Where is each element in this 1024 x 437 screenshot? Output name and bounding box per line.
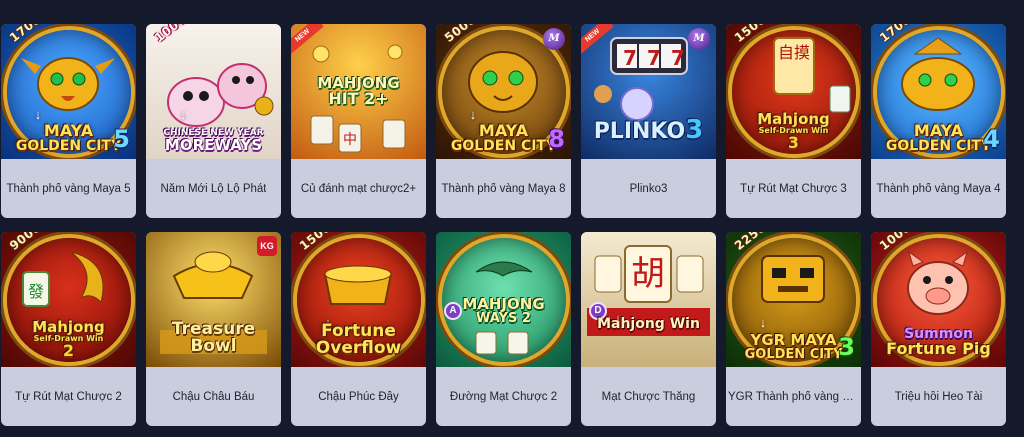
tile-glyph: 胡 bbox=[631, 254, 665, 294]
game-logo: Mahjong Self-Drawn Win 2 bbox=[32, 318, 105, 360]
game-card[interactable]: 777 NEW M PLINKO3 Plinko3 bbox=[581, 24, 716, 218]
game-title: Đường Mạt Chược 2 bbox=[449, 390, 558, 403]
game-thumbnail[interactable]: 10000X ↓ CHINESE NEW YEAR MOREWAYS bbox=[146, 24, 281, 159]
game-thumbnail[interactable]: KG Treasure Bowl bbox=[146, 232, 281, 367]
game-logo: YGR MAYA GOLDEN CITY 3 bbox=[744, 331, 855, 362]
game-card[interactable]: KG Treasure Bowl Chậu Châu Báu bbox=[146, 232, 281, 426]
game-logo: MAYA GOLDEN CITY 8 bbox=[450, 121, 565, 154]
game-card[interactable]: 1700X MAYA GOLDEN CITY 4 Thành phố vàng … bbox=[871, 24, 1006, 218]
game-thumbnail[interactable]: 2250X ↓ YGR MAYA GOLDEN CITY 3 bbox=[726, 232, 861, 367]
game-thumbnail[interactable]: 胡 D ↓ Mahjong Win bbox=[581, 232, 716, 367]
game-card[interactable]: 胡 D ↓ Mahjong Win Mạt Chược Thắng bbox=[581, 232, 716, 426]
game-logo: Mahjong Self-Drawn Win 3 bbox=[757, 110, 830, 152]
game-title: Củ đánh mạt chược2+ bbox=[300, 182, 417, 195]
game-thumbnail[interactable]: 10000X Summon Fortune Pig bbox=[871, 232, 1006, 367]
provider-badge: M bbox=[688, 28, 710, 50]
game-thumbnail[interactable]: M 5000X ↓ MAYA GOLDEN CITY 8 bbox=[436, 24, 571, 159]
reel-digits: 777 bbox=[623, 46, 695, 70]
game-logo: MAHJONG HIT 2+ bbox=[317, 74, 400, 108]
game-thumbnail[interactable]: 15000X ↓ Fortune Overflow bbox=[291, 232, 426, 367]
game-logo: Mahjong Win bbox=[597, 316, 700, 332]
game-logo: CHINESE NEW YEAR MOREWAYS bbox=[163, 128, 264, 154]
game-thumbnail[interactable]: 777 NEW M PLINKO3 bbox=[581, 24, 716, 159]
game-thumbnail[interactable]: 自摸 15000X Mahjong Self-Drawn Win 3 bbox=[726, 24, 861, 159]
game-title: Tự Rút Mạt Chược 3 bbox=[740, 182, 847, 195]
game-thumbnail[interactable]: 1700X MAYA GOLDEN CITY 4 bbox=[871, 24, 1006, 159]
game-logo: Summon Fortune Pig bbox=[886, 326, 991, 358]
game-card[interactable]: 2250X ↓ YGR MAYA GOLDEN CITY 3 YGR Thành… bbox=[726, 232, 861, 426]
game-card[interactable]: 10000X ↓ CHINESE NEW YEAR MOREWAYS Năm M… bbox=[146, 24, 281, 218]
game-title: Mạt Chược Thắng bbox=[601, 390, 696, 403]
game-thumbnail[interactable]: 中 NEW MAHJONG HIT 2+ bbox=[291, 24, 426, 159]
game-card[interactable]: M 5000X ↓ MAYA GOLDEN CITY 8 Thành phố v… bbox=[436, 24, 571, 218]
game-logo: MAYA GOLDEN CITY 4 bbox=[885, 121, 1000, 154]
game-card[interactable]: 10000X Summon Fortune Pig Triệu hồi Heo … bbox=[871, 232, 1006, 426]
game-logo: PLINKO3 bbox=[593, 115, 704, 145]
game-card[interactable]: 發 9000X ↓ Mahjong Self-Drawn Win 2 Tự Rú… bbox=[1, 232, 136, 426]
svg-text:中: 中 bbox=[343, 132, 357, 148]
game-title: Năm Mới Lộ Lộ Phát bbox=[160, 182, 267, 195]
provider-badge: KG bbox=[257, 236, 277, 256]
download-icon: ↓ bbox=[469, 107, 477, 122]
game-logo: Treasure Bowl bbox=[171, 319, 256, 356]
game-title: Plinko3 bbox=[629, 182, 668, 195]
game-card[interactable]: 中 NEW MAHJONG HIT 2+ Củ đánh mạt chược2+ bbox=[291, 24, 426, 218]
provider-badge: M bbox=[543, 28, 565, 50]
tile-glyph: 自摸 bbox=[777, 43, 810, 62]
game-card[interactable]: 自摸 15000X Mahjong Self-Drawn Win 3 Tự Rú… bbox=[726, 24, 861, 218]
game-title: Chậu Phúc Đầy bbox=[318, 390, 399, 403]
game-grid: 1700X ↓ MAYA GOLDEN CITY 5 Thành phố vàn… bbox=[0, 24, 1024, 426]
game-thumbnail[interactable]: 1700X ↓ MAYA GOLDEN CITY 5 bbox=[1, 24, 136, 159]
game-card[interactable]: 15000X ↓ Fortune Overflow Chậu Phúc Đầy bbox=[291, 232, 426, 426]
game-card[interactable]: A MAHJONG WAYS 2 Đường Mạt Chược 2 bbox=[436, 232, 571, 426]
game-thumbnail[interactable]: 發 9000X ↓ Mahjong Self-Drawn Win 2 bbox=[1, 232, 136, 367]
game-card[interactable]: 1700X ↓ MAYA GOLDEN CITY 5 Thành phố vàn… bbox=[1, 24, 136, 218]
game-title: Triệu hồi Heo Tài bbox=[894, 390, 983, 403]
game-logo: MAYA GOLDEN CITY 5 bbox=[15, 121, 130, 154]
game-title: Tự Rút Mạt Chược 2 bbox=[15, 390, 122, 403]
game-thumbnail[interactable]: A MAHJONG WAYS 2 bbox=[436, 232, 571, 367]
tile-glyph: 發 bbox=[27, 282, 44, 301]
game-title: Thành phố vàng Maya 8 bbox=[441, 182, 566, 195]
download-icon: ↓ bbox=[179, 107, 187, 122]
game-title: Chậu Châu Báu bbox=[172, 390, 255, 403]
game-title: Thành phố vàng Maya 5 bbox=[6, 182, 131, 195]
game-logo: MAHJONG WAYS 2 bbox=[462, 295, 545, 326]
game-logo: Fortune Overflow bbox=[315, 321, 402, 358]
game-title: Thành phố vàng Maya 4 bbox=[876, 182, 1001, 195]
download-icon: ↓ bbox=[34, 107, 42, 122]
game-title: YGR Thành phố vàng M... bbox=[728, 390, 859, 403]
download-icon: ↓ bbox=[759, 315, 767, 330]
